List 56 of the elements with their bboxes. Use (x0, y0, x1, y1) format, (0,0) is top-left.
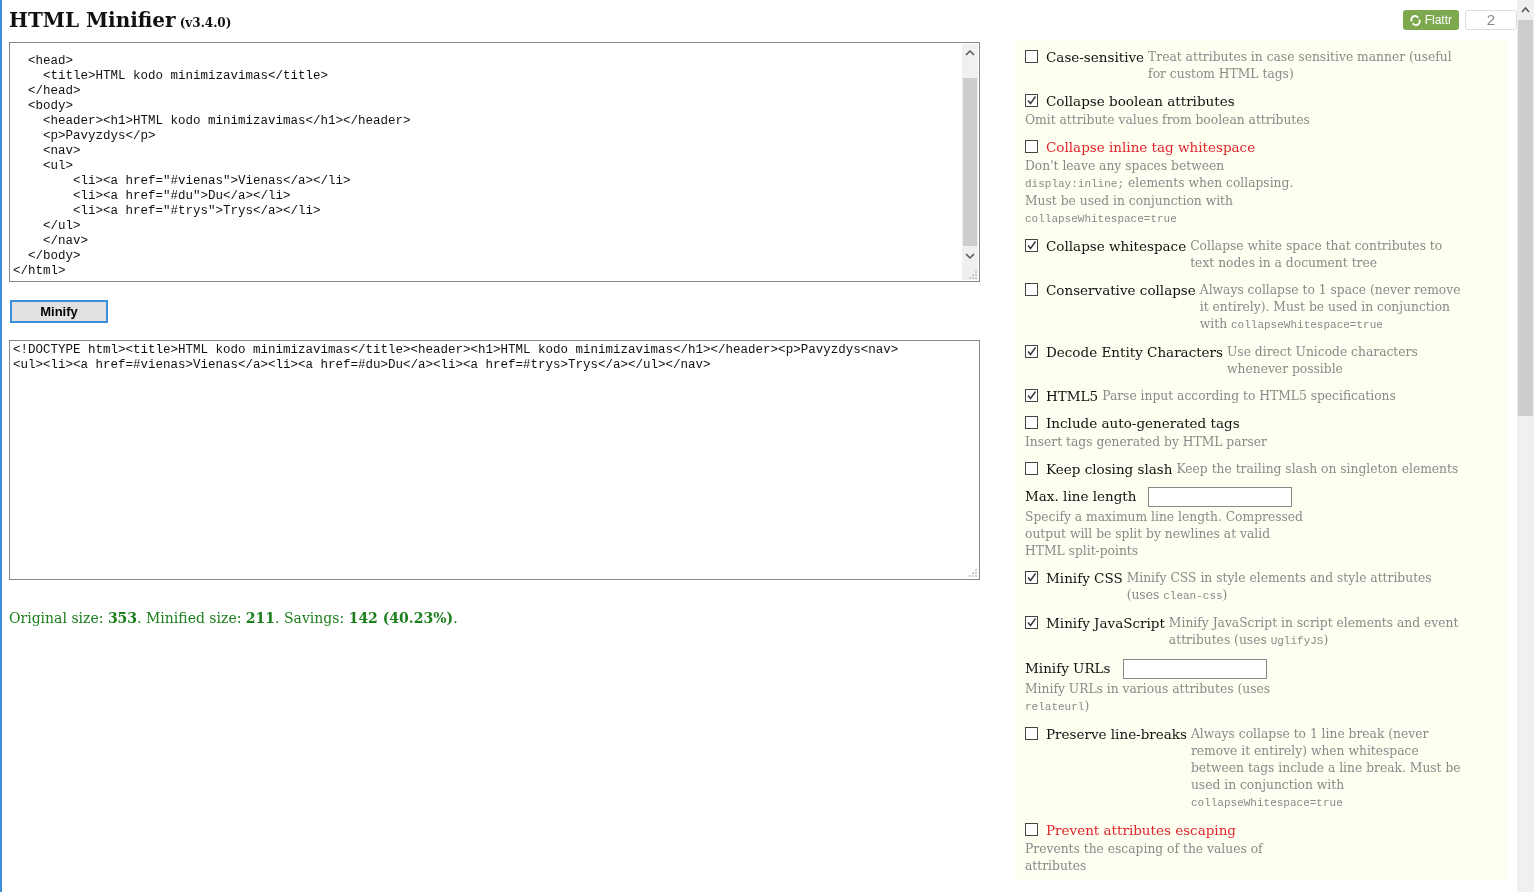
checkbox[interactable] (1025, 50, 1038, 63)
checkbox[interactable] (1025, 571, 1038, 584)
checkbox[interactable] (1025, 823, 1038, 836)
option-label: Minify CSS (1046, 569, 1123, 587)
option-label: Max. line length (1025, 487, 1137, 505)
option-description: Always collapse to 1 space (never remove it entirely). Must be used in conjunction with collapseWhitespace=true (1199, 282, 1462, 333)
option-label: Collapse whitespace (1046, 237, 1187, 255)
text-field[interactable] (1148, 487, 1293, 507)
option-description: Minify JavaScript in script elements and event attributes (uses UglifyJS) (1168, 615, 1460, 649)
checkbox[interactable] (1025, 345, 1038, 358)
option-label: Preserve line-breaks (1046, 725, 1187, 743)
text-field[interactable] (1122, 659, 1267, 679)
checkbox[interactable] (1025, 283, 1038, 296)
option-label: Prevent attributes escaping (1046, 821, 1236, 839)
option-description: Parse input according to HTML5 specifications (1102, 388, 1397, 405)
refresh-icon (1409, 14, 1421, 26)
option-label: HTML5 (1046, 387, 1099, 405)
option-description: Always collapse to 1 line break (never remove it entirely) when whitespace between tags include a line break. Must be used in conjunction with collapseWhitespace=true (1190, 726, 1462, 811)
option-description: Collapse white space that contributes to text nodes in a document tree (1190, 238, 1444, 272)
option-description: Omit attribute values from boolean attributes (1025, 112, 1310, 129)
option-label: Minify JavaScript (1046, 614, 1165, 632)
scrollbar-drawing[interactable] (962, 44, 978, 280)
checkbox[interactable] (1025, 727, 1038, 740)
option-label: Minify URLs (1025, 659, 1111, 677)
checkbox[interactable] (1025, 616, 1038, 629)
checkbox[interactable] (1025, 416, 1038, 429)
option-description: Treat attributes in case sensitive manner (useful for custom HTML tags) (1148, 49, 1453, 83)
checkbox[interactable] (1025, 94, 1038, 107)
checkbox[interactable] (1025, 462, 1038, 475)
option-description: Minify URLs in various attributes (uses relateurl) (1025, 681, 1272, 715)
option-label: Collapse boolean attributes (1046, 92, 1235, 110)
option-description: Keep the trailing slash on singleton elements (1176, 461, 1460, 478)
resize-grip-icon[interactable] (969, 569, 977, 577)
checkbox[interactable] (1025, 239, 1038, 252)
option-label: Keep closing slash (1046, 460, 1173, 478)
resize-grip-icon[interactable] (969, 271, 977, 279)
option-description: Use direct Unicode characters whenever possible (1227, 344, 1419, 378)
size-stats: Original size: 353. Minified size: 211. Savings: 142 (40.23%). (9, 610, 459, 626)
html-input-field[interactable]: <head> <title>HTML kodo minimizavimas</title> </head> <body> <header><h1>HTML kodo minimizavimas</h1></header> <p>Pavyzdys</p> <nav> <ul> <li><a href="#vienas">Vienas</a></li> <li><a href="#du">Du</a></li> <li><a href="#trys">Trys</a></li> </ul> </nav> </body> </html> (10, 43, 962, 280)
option-label: Decode Entity Characters (1046, 343, 1223, 361)
version-label: (v3.4.0) (179, 16, 232, 30)
option-label: Include auto-generated tags (1046, 414, 1240, 432)
option-description: Prevents the escaping of the values of attributes (1025, 841, 1265, 875)
option-description: Specify a maximum line length. Compressed output will be split by newlines at valid HTML split-points (1025, 509, 1304, 560)
page-title: HTML Minifier (9, 8, 176, 32)
option-label: Collapse inline tag whitespace (1046, 138, 1256, 156)
option-description: Don't leave any spaces between display:inline; elements when collapsing. Must be used in conjunction with collapseWhitespace=true (1025, 158, 1295, 227)
option-label: Case-sensitive (1046, 48, 1145, 66)
option-description: Insert tags generated by HTML parser (1025, 434, 1268, 451)
minify-button[interactable]: Minify (10, 300, 108, 323)
page-scrollbar-drawing[interactable] (1517, 0, 1534, 892)
checkbox[interactable] (1025, 140, 1038, 153)
option-description: Minify CSS in style elements and style attributes (uses clean-css) (1126, 570, 1433, 604)
checkbox[interactable] (1025, 389, 1038, 402)
html-output-field[interactable]: <!DOCTYPE html><title>HTML kodo minimizavimas</title><header><h1>HTML kodo minimizavimas</h1></header><p>Pavyzdys<nav> <ul><li><a href=#vienas>Vienas</a><li><a href=#du>Du</a><li><a href=#trys>Trys</a></ul></nav> (10, 341, 979, 569)
option-label: Conservative collapse (1046, 281, 1196, 299)
